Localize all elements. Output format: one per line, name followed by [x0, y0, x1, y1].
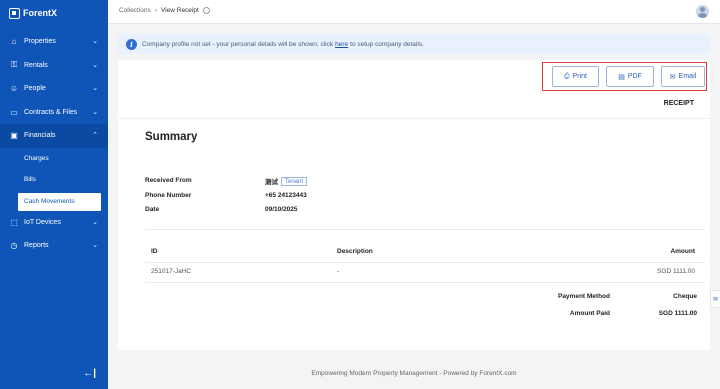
row-id: 251017-JaHC — [151, 268, 192, 275]
financials-submenu: Charges Bills Cash Movements — [0, 148, 108, 211]
settings-icon[interactable] — [202, 7, 210, 14]
chevron-down-icon: ⌄ — [92, 242, 98, 249]
device-icon: ⬚ — [10, 217, 18, 227]
sidebar-item-properties[interactable]: ⌂ Properties ⌄ — [0, 30, 108, 54]
main-content: i Company profile not set - your persona… — [108, 24, 720, 389]
footer-text: Empowering Modern Property Management - … — [311, 370, 517, 377]
print-icon: ⎙ — [563, 72, 570, 80]
received-from-value: 测试 Tenant — [265, 176, 308, 186]
email-button[interactable]: ✉ Email — [661, 66, 705, 87]
row-description: - — [337, 268, 340, 275]
alert-text-before: Company profile not set - your personal … — [142, 40, 334, 48]
brand-name: ForentX — [23, 8, 58, 18]
receipt-heading: RECEIPT — [663, 100, 694, 107]
phone-value: +65 24123443 — [265, 192, 307, 199]
summary-title: Summary — [145, 131, 198, 143]
folder-icon: ▭ — [10, 107, 18, 117]
info-icon: i — [126, 39, 137, 50]
sidebar-item-label: People — [24, 85, 46, 93]
logo-icon — [9, 7, 20, 19]
sidebar-item-people[interactable]: ☺ People ⌄ — [0, 77, 108, 101]
feedback-tab[interactable]: ✉ — [710, 290, 720, 308]
breadcrumb-root[interactable]: Collections — [119, 7, 151, 14]
table-border — [145, 262, 705, 263]
pdf-label: PDF — [627, 73, 642, 80]
top-bar: Collections › View Receipt — [108, 0, 720, 24]
received-from-name: 测试 — [265, 179, 278, 186]
sidebar-item-contracts-files[interactable]: ▭ Contracts & Files ⌄ — [0, 101, 108, 125]
chevron-down-icon: ⌄ — [92, 108, 98, 116]
action-buttons: ⎙ Print ▤ PDF ✉ Email — [542, 62, 707, 91]
sidebar-item-label: Reports — [24, 242, 49, 250]
chevron-down-icon: ⌄ — [92, 218, 98, 226]
pdf-icon: ▤ — [618, 73, 625, 81]
row-amount: SGD 1111.00 — [657, 268, 695, 275]
receipt-card: ⎙ Print ▤ PDF ✉ Email RECEIPT Summary Re… — [118, 60, 710, 350]
chevron-down-icon: ⌄ — [92, 38, 98, 45]
sidebar-item-label: Rentals — [24, 61, 48, 69]
clock-icon: ◷ — [10, 241, 18, 251]
email-label: Email — [678, 73, 697, 80]
phone-label: Phone Number — [145, 192, 192, 199]
sidebar-subitem-charges[interactable]: Charges — [0, 148, 108, 170]
chevron-down-icon: ⌄ — [92, 85, 98, 92]
breadcrumb-separator: › — [154, 7, 157, 14]
sidebar-item-label: Contracts & Files — [24, 108, 78, 116]
breadcrumb: Collections › View Receipt — [119, 7, 210, 14]
sidebar-item-label: Financials — [24, 132, 56, 140]
brand[interactable]: ForentX — [9, 6, 57, 20]
divider — [118, 118, 710, 119]
sidebar-item-financials[interactable]: ▣ Financials ⌃ — [0, 124, 108, 148]
chevron-up-icon: ⌃ — [92, 132, 98, 139]
sidebar-item-reports[interactable]: ◷ Reports ⌄ — [0, 234, 108, 258]
column-header-id: ID — [151, 248, 158, 255]
email-icon: ✉ — [669, 73, 676, 81]
tenant-badge: Tenant — [281, 176, 308, 186]
pdf-button[interactable]: ▤ PDF — [606, 66, 654, 87]
avatar[interactable] — [696, 5, 709, 18]
date-label: Date — [145, 206, 160, 213]
table-border — [145, 282, 705, 283]
sidebar-item-label: IoT Devices — [24, 218, 61, 226]
sidebar: ForentX ⌂ Properties ⌄ ⚿ Rentals ⌄ ☺ Peo… — [0, 0, 108, 389]
company-profile-alert: i Company profile not set - your persona… — [118, 34, 710, 54]
column-header-description: Description — [337, 248, 373, 255]
sidebar-subitem-bills[interactable]: Bills — [0, 169, 108, 191]
mail-icon: ✉ — [712, 296, 719, 303]
sidebar-item-rentals[interactable]: ⚿ Rentals ⌄ — [0, 54, 108, 78]
received-from-label: Received From — [145, 177, 192, 184]
print-label: Print — [572, 73, 587, 80]
alert-text-after: to setup company details. — [350, 40, 424, 48]
date-value: 09/10/2025 — [265, 206, 298, 213]
people-icon: ☺ — [9, 84, 19, 94]
home-icon: ⌂ — [11, 37, 17, 47]
wallet-icon: ▣ — [10, 131, 18, 141]
collapse-sidebar-icon[interactable]: ←| — [83, 368, 96, 379]
payment-method-value: Cheque — [673, 293, 697, 300]
breadcrumb-current: View Receipt — [160, 7, 199, 14]
payment-method-label: Payment Method — [557, 293, 610, 300]
print-button[interactable]: ⎙ Print — [552, 66, 599, 87]
column-header-amount: Amount — [670, 248, 695, 255]
amount-paid-value: SGD 1111.00 — [658, 310, 697, 317]
setup-company-link[interactable]: here — [335, 41, 348, 48]
table-border — [145, 229, 705, 230]
chevron-down-icon: ⌄ — [92, 61, 98, 69]
sidebar-nav: ⌂ Properties ⌄ ⚿ Rentals ⌄ ☺ People ⌄ ▭ … — [0, 30, 108, 258]
sidebar-item-label: Properties — [24, 38, 56, 46]
sidebar-item-iot-devices[interactable]: ⬚ IoT Devices ⌄ — [0, 211, 108, 235]
key-icon: ⚿ — [10, 60, 18, 70]
sidebar-subitem-cash-movements[interactable]: Cash Movements — [18, 192, 101, 211]
amount-paid-label: Amount Paid — [569, 310, 610, 317]
